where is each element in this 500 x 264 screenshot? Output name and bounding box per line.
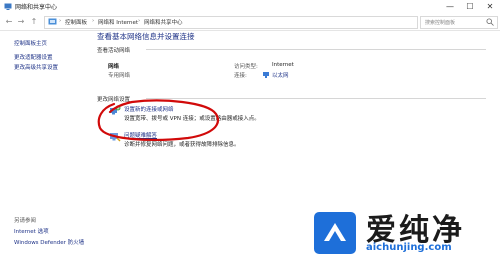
sidebar-item-change-advanced-sharing[interactable]: 更改高级共享设置 (14, 63, 58, 71)
up-button[interactable]: ↑ (29, 16, 39, 28)
breadcrumb-control-panel[interactable]: 控制面板 (65, 18, 87, 26)
breadcrumb-network-internet[interactable]: 网络和 Internet (98, 18, 138, 26)
active-networks-section: 查看活动网络 (97, 48, 131, 54)
breadcrumb-network-sharing-center[interactable]: 网络和共享中心 (144, 18, 183, 26)
network-type: 专用网络 (108, 73, 131, 79)
close-button[interactable]: ✕ (480, 0, 500, 14)
page-title: 查看基本网络信息并设置连接 (97, 32, 195, 41)
search-icon (486, 18, 494, 26)
watermark-url: aichunjing.com (366, 242, 452, 253)
connections-label: 连接: (234, 73, 247, 79)
logo-icon (314, 212, 356, 254)
breadcrumb[interactable]: › 控制面板 › 网络和 Internet › 网络和共享中心 (44, 16, 418, 29)
maximize-button[interactable]: ☐ (460, 0, 480, 14)
network-name: 网络 (108, 64, 120, 70)
network-center-icon (4, 3, 12, 10)
sidebar-item-windows-defender-firewall[interactable]: Windows Defender 防火墙 (14, 238, 84, 246)
search-input[interactable]: 搜索控制面板 (420, 16, 498, 29)
address-bar: ← → ↑ › 控制面板 › 网络和 Internet › 网络和共享中心 搜索… (0, 14, 500, 31)
watermark-logo: 爱纯净 aichunjing.com (310, 205, 500, 264)
forward-button[interactable]: → (16, 16, 26, 28)
breadcrumb-separator: › (92, 18, 95, 24)
back-button[interactable]: ← (4, 16, 14, 28)
breadcrumb-separator: › (59, 18, 62, 24)
sidebar-item-internet-options[interactable]: Internet 选项 (14, 227, 49, 235)
window-title: 网络和共享中心 (15, 4, 58, 11)
title-bar: 网络和共享中心 — ☐ ✕ (0, 0, 500, 14)
access-type-label: 访问类型: (234, 64, 258, 70)
search-placeholder: 搜索控制面板 (425, 20, 456, 26)
sidebar-item-control-panel-home[interactable]: 控制面板主页 (14, 39, 47, 47)
sidebar: 控制面板主页 更改适配器设置 更改高级共享设置 另请参阅 Internet 选项… (0, 31, 84, 264)
ethernet-link[interactable]: 以太网 (272, 71, 289, 79)
see-also-title: 另请参阅 (14, 218, 37, 224)
divider (146, 49, 486, 50)
sidebar-item-change-adapter-settings[interactable]: 更改适配器设置 (14, 53, 53, 61)
breadcrumb-separator: › (138, 18, 141, 24)
ethernet-icon (263, 72, 269, 78)
annotation-circle (97, 99, 219, 141)
access-type-value: Internet (272, 62, 294, 68)
control-panel-icon (48, 18, 57, 25)
minimize-button[interactable]: — (440, 0, 460, 14)
